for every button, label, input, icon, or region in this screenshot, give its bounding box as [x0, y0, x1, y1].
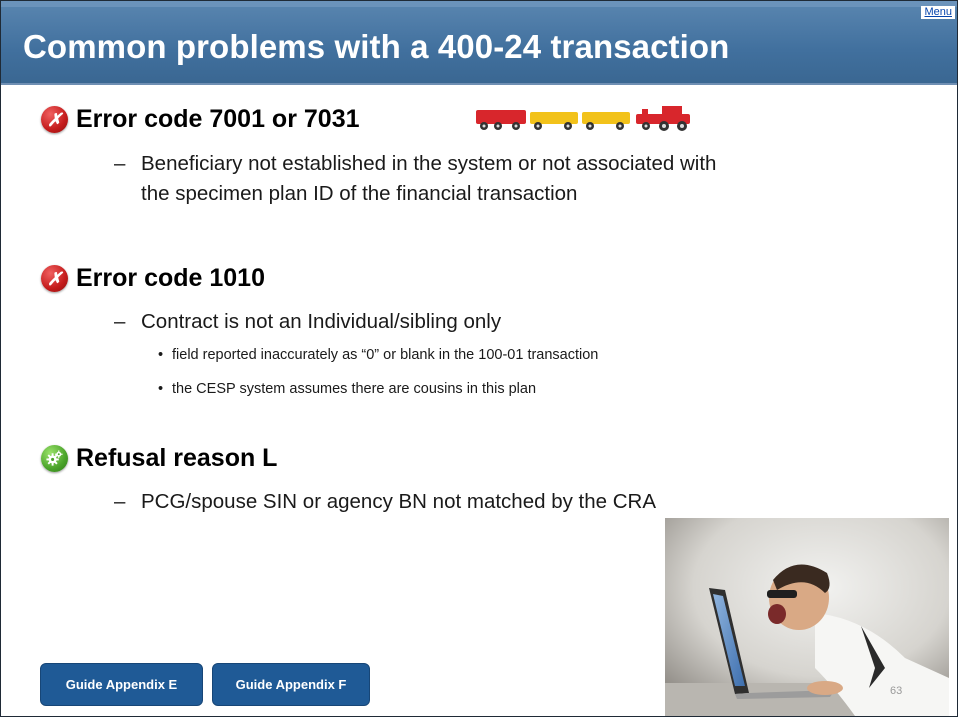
section-2-detail: – Contract is not an Individual/sibling …	[114, 307, 501, 337]
menu-link[interactable]: Menu	[921, 6, 955, 19]
bullet-text: field reported inaccurately as “0” or bl…	[172, 347, 599, 363]
slide: Common problems with a 400-24 transactio…	[0, 0, 958, 717]
title-bar: Common problems with a 400-24 transactio…	[1, 1, 957, 85]
guide-appendix-f-button[interactable]: Guide Appendix F	[212, 663, 370, 706]
section-heading-error-7001: ✗ Error code 7001 or 7031	[41, 105, 360, 134]
detail-line-2: the specimen plan ID of the financial tr…	[141, 182, 578, 205]
section-1-detail: – Beneficiary not established in the sys…	[114, 149, 716, 209]
page-number: 63	[890, 685, 903, 697]
slide-title: Common problems with a 400-24 transactio…	[23, 28, 730, 65]
toy-train-icon	[476, 106, 692, 137]
bullet-text: the CESP system assumes there are cousin…	[172, 381, 537, 397]
bullet-item: • field reported inaccurately as “0” or b…	[158, 347, 599, 363]
detail-line-1: Contract is not an Individual/sibling on…	[141, 310, 502, 333]
detail-line-1: PCG/spouse SIN or agency BN not matched …	[141, 490, 657, 513]
detail-line-1: Beneficiary not established in the syste…	[141, 152, 717, 175]
guide-appendix-e-button[interactable]: Guide Appendix E	[40, 663, 203, 706]
frustrated-man-photo	[665, 518, 949, 716]
heading-text: Error code 7001 or 7031	[76, 105, 360, 133]
section-heading-error-1010: ✗ Error code 1010	[41, 264, 265, 293]
heading-text: Refusal reason L	[76, 444, 278, 472]
section-heading-refusal-l: Refusal reason L	[41, 444, 277, 473]
bullet-item: • the CESP system assumes there are cousi…	[158, 381, 537, 397]
error-x-icon: ✗	[41, 265, 68, 292]
section-3-detail: – PCG/spouse SIN or agency BN not matche…	[114, 487, 656, 517]
gears-icon	[41, 445, 68, 472]
error-x-icon: ✗	[41, 106, 68, 133]
heading-text: Error code 1010	[76, 264, 265, 292]
